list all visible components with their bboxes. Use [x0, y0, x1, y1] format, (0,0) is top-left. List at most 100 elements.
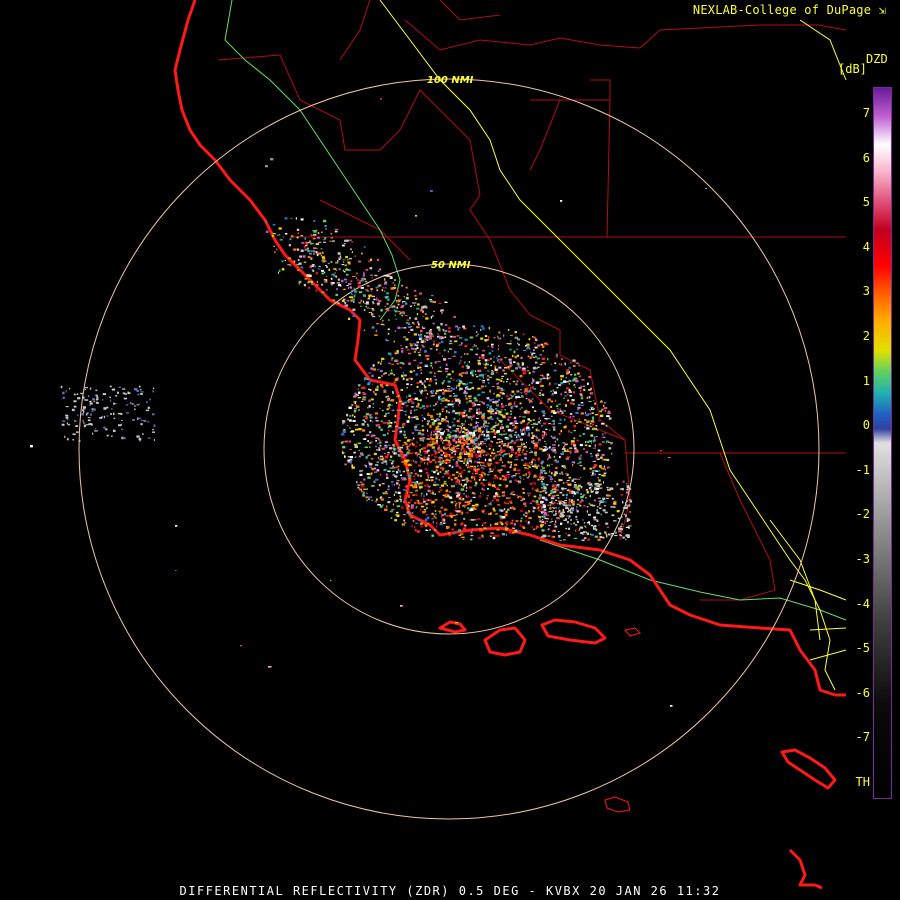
echo-pixel [436, 413, 439, 415]
echo-pixel [479, 528, 482, 531]
echo-pixel [482, 376, 484, 379]
echo-pixel [370, 398, 374, 401]
echo-pixel [388, 273, 392, 276]
echo-pixel [488, 447, 491, 450]
echo-pixel [600, 513, 602, 516]
echo-pixel [520, 496, 522, 499]
echo-pixel [488, 503, 491, 505]
echo-pixel [554, 523, 556, 525]
echo-pixel [284, 233, 288, 235]
echo-pixel [416, 454, 418, 457]
echo-pixel [482, 349, 486, 352]
echo-pixel [436, 431, 441, 433]
echo-pixel [452, 430, 455, 432]
echo-pixel [467, 435, 469, 437]
echo-pixel [511, 390, 515, 393]
echo-pixel [539, 447, 541, 450]
echo-pixel [439, 423, 442, 425]
echo-pixel [447, 454, 449, 457]
echo-pixel [429, 380, 433, 382]
echo-pixel [347, 459, 351, 462]
echo-pixel [491, 370, 495, 373]
echo-pixel [278, 227, 282, 230]
echo-pixel [519, 402, 522, 405]
echo-pixel [310, 280, 313, 284]
echo-pixel [598, 473, 601, 476]
echo-pixel [473, 451, 476, 453]
echo-pixel [435, 478, 438, 480]
echo-pixel [509, 348, 512, 351]
echo-pixel [513, 420, 517, 423]
echo-pixel [395, 318, 397, 320]
echo-pixel [597, 506, 599, 508]
echo-pixel [575, 524, 578, 526]
echo-pixel [505, 527, 508, 531]
echo-pixel [457, 459, 460, 461]
echo-pixel [581, 379, 585, 381]
echo-pixel [584, 525, 586, 528]
echo-pixel [485, 373, 487, 375]
echo-pixel [576, 422, 578, 424]
echo-pixel [532, 419, 535, 421]
echo-pixel [445, 473, 449, 475]
echo-pixel [585, 489, 589, 491]
echo-pixel [418, 333, 420, 336]
echo-pixel [475, 455, 479, 459]
echo-pixel [332, 299, 335, 301]
echo-pixel [420, 492, 423, 495]
echo-pixel [489, 399, 493, 402]
echo-pixel [555, 488, 559, 491]
echo-pixel [431, 518, 434, 520]
echo-pixel [466, 364, 469, 367]
echo-pixel [429, 404, 431, 407]
echo-pixel [424, 386, 427, 389]
echo-pixel [344, 281, 348, 283]
echo-pixel [493, 392, 495, 395]
echo-pixel [501, 491, 505, 493]
echo-pixel [443, 483, 447, 485]
echo-pixel [541, 487, 543, 489]
echo-pixel [588, 521, 590, 524]
echo-pixel [505, 404, 508, 407]
echo-pixel [471, 370, 475, 372]
echo-pixel [471, 453, 474, 456]
echo-pixel [538, 417, 540, 420]
echo-pixel [345, 440, 349, 443]
echo-pixel [417, 403, 420, 406]
echo-pixel [323, 279, 328, 281]
echo-pixel [356, 480, 358, 484]
echo-pixel [472, 426, 476, 429]
echo-pixel [512, 527, 515, 529]
echo-pixel [321, 269, 324, 272]
echo-pixel [588, 400, 592, 402]
echo-pixel [449, 348, 453, 350]
echo-pixel [423, 450, 426, 453]
echo-pixel [596, 511, 600, 514]
echo-pixel [402, 377, 405, 380]
echo-pixel [618, 527, 622, 530]
echo-pixel [548, 384, 550, 386]
echo-pixel [425, 397, 428, 399]
echo-pixel [503, 453, 507, 456]
echo-pixel [478, 435, 481, 438]
echo-pixel [474, 403, 477, 406]
echo-pixel [362, 429, 366, 432]
echo-pixel [481, 356, 485, 360]
echo-pixel [330, 284, 334, 286]
echo-pixel [579, 389, 582, 392]
echo-pixel [610, 443, 613, 445]
echo-pixel [573, 391, 575, 394]
echo-pixel [499, 471, 501, 474]
echo-pixel [420, 333, 423, 335]
echo-pixel [387, 452, 390, 454]
echo-pixel [413, 322, 415, 325]
echo-pixel [369, 258, 373, 261]
echo-pixel [508, 361, 512, 363]
echo-pixel [394, 314, 396, 316]
echo-pixel [564, 425, 567, 427]
echo-pixel [348, 257, 352, 260]
echo-pixel [627, 518, 631, 521]
echo-pixel [544, 472, 548, 475]
echo-pixel [464, 505, 466, 508]
echo-pixel [409, 371, 413, 373]
